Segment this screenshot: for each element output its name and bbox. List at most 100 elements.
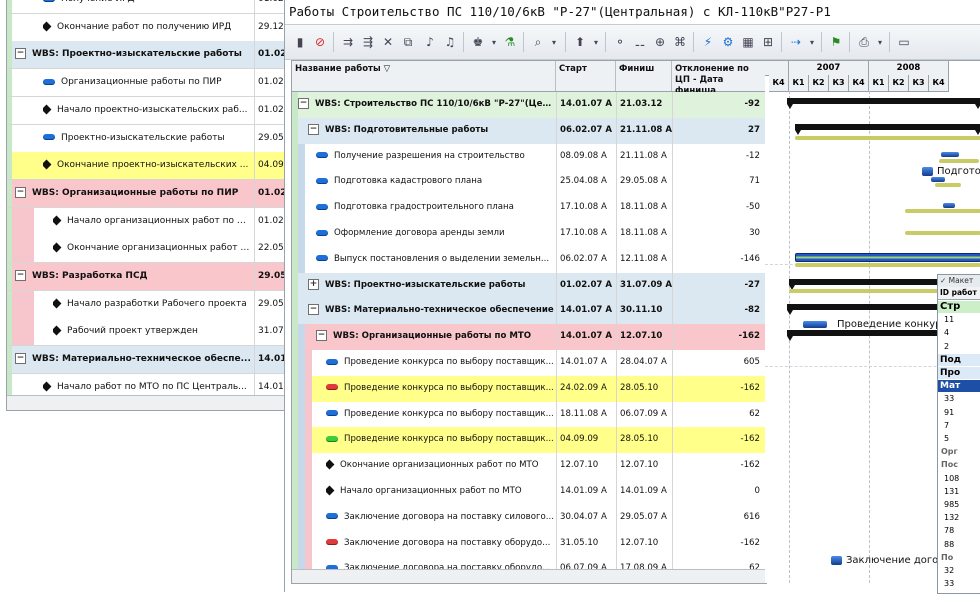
panel-column-header[interactable]: ID работ — [938, 287, 980, 300]
background-activity-row[interactable]: − WBS: Проектно-изыскательские работы 01.0… — [7, 41, 297, 70]
panel-row[interactable]: 11 — [938, 314, 980, 326]
table-row[interactable]: Окончание организационных работ по МТО 12… — [292, 453, 766, 481]
table-row[interactable]: Начало организационных работ по МТО 14.01… — [292, 479, 766, 506]
background-activity-row[interactable]: Организационные работы по ПИР 01.02 — [7, 69, 297, 98]
table-row[interactable]: Получение разрешения на строительство 08.… — [292, 143, 766, 171]
unlink-icon[interactable]: ♫ — [441, 33, 459, 51]
move-dropdown-icon[interactable]: ▾ — [587, 33, 605, 51]
panel-row[interactable]: Стр — [938, 301, 980, 313]
background-activity-row[interactable]: Получение ИРД01.02 — [7, 0, 297, 14]
background-activity-row[interactable]: Начало организационных работ по П... 01.0… — [7, 207, 297, 236]
save-icon[interactable]: ▮ — [291, 33, 309, 51]
panel-row[interactable]: 7 — [938, 420, 980, 432]
background-activity-row[interactable]: − WBS: Материально-техническое обеспе... 1… — [7, 346, 297, 375]
toolbar-separator — [821, 32, 822, 52]
table-row[interactable]: Заключение договора на поставку оборудо.… — [292, 530, 766, 558]
level-icon[interactable]: ⚙ — [719, 33, 737, 51]
collapse-toggle-icon[interactable]: − — [15, 186, 26, 198]
panel-row[interactable]: 33 — [938, 393, 980, 405]
bars-icon[interactable]: ⌘ — [671, 33, 689, 51]
column-header-finish[interactable]: Финиш — [616, 61, 672, 91]
table-row[interactable]: − WBS: Организационные работы по МТО 14.01… — [292, 324, 766, 352]
layout-icon[interactable]: ⊞ — [759, 33, 777, 51]
panel-row[interactable]: 132 — [938, 512, 980, 524]
delete-icon[interactable]: ✕ — [379, 33, 397, 51]
find-dropdown-icon[interactable]: ▾ — [545, 33, 563, 51]
window-icon[interactable]: ▭ — [895, 33, 913, 51]
panel-row[interactable]: Под — [938, 353, 980, 366]
expand-icon[interactable]: ⚬ — [611, 33, 629, 51]
panel-row[interactable]: 108 — [938, 473, 980, 485]
collapse-toggle-icon[interactable]: − — [15, 270, 26, 281]
panel-title[interactable]: ✓ Макет — [938, 275, 980, 287]
background-activity-row[interactable]: − WBS: Организационные работы по ПИР 01.02 — [7, 179, 297, 208]
schedule-icon[interactable]: ⚡ — [699, 33, 717, 51]
panel-row[interactable]: 91 — [938, 407, 980, 419]
table-row[interactable]: Оформление договора аренды земли 17.10.08… — [292, 221, 766, 248]
collapse-toggle-icon[interactable]: − — [15, 353, 26, 365]
column-header-start[interactable]: Старт — [556, 61, 616, 91]
panel-row[interactable]: 5 — [938, 433, 980, 445]
background-activity-row[interactable]: Окончание организационных работ п... 22.0… — [7, 235, 297, 264]
background-activity-row[interactable]: Проектно-изыскательские работы 29.05 — [7, 124, 297, 153]
activity-name: Подготовка градостроительного плана — [316, 195, 554, 222]
columns-icon[interactable]: ▦ — [739, 33, 757, 51]
collapse-toggle-icon[interactable]: − — [316, 330, 327, 342]
table-header: Название работы ▽ Старт Финиш Отклонение… — [292, 61, 766, 96]
table-row[interactable]: Подготовка градостроительного плана 17.10… — [292, 195, 766, 223]
background-activity-row[interactable]: Начало разработки Рабочего проекта 29.05 — [7, 290, 297, 319]
cancel-icon[interactable]: ⊘ — [311, 33, 329, 51]
table-row[interactable]: − WBS: Подготовительные работы 06.02.07 A2… — [292, 117, 766, 145]
panel-row[interactable]: По — [938, 552, 980, 564]
copy-icon[interactable]: ⧉ — [399, 33, 417, 51]
column-header-deviation[interactable]: Отклонение по ЦП - Дата финиша — [672, 61, 766, 96]
table-row[interactable]: + WBS: Проектно-изыскательские работы 01.0… — [292, 272, 766, 300]
collapse-icon[interactable]: ⚋ — [631, 33, 649, 51]
collapse-toggle-icon[interactable]: − — [308, 304, 319, 316]
panel-row[interactable]: Про — [938, 367, 980, 379]
panel-row[interactable]: Мат — [938, 380, 980, 393]
add-wbs-icon[interactable]: ⇶ — [359, 33, 377, 51]
table-row[interactable]: Заключение договора на поставку силового… — [292, 504, 766, 532]
add-activity-icon[interactable]: ⇉ — [339, 33, 357, 51]
sort-desc-icon[interactable]: ▽ — [384, 64, 391, 74]
panel-row[interactable]: 88 — [938, 539, 980, 551]
panel-row[interactable]: 33 — [938, 578, 980, 590]
collapse-toggle-icon[interactable]: − — [15, 48, 26, 60]
print-dropdown-icon[interactable]: ▾ — [871, 33, 889, 51]
panel-row[interactable]: 4 — [938, 327, 980, 339]
table-row[interactable]: − WBS: Строительство ПС 110/10/6кВ "Р-27"… — [292, 92, 766, 119]
link-icon[interactable]: ♪ — [421, 33, 439, 51]
table-row[interactable]: Подготовка кадастрового плана 25.04.08 A2… — [292, 169, 766, 197]
activity-name: Начало организационных работ по МТО — [326, 479, 554, 506]
collapse-toggle-icon[interactable]: − — [298, 98, 309, 109]
baseline-dropdown-icon[interactable]: ▾ — [803, 33, 821, 51]
panel-row[interactable]: 32 — [938, 565, 980, 577]
table-row[interactable]: Проведение конкурса по выбору поставщик.… — [292, 375, 766, 403]
table-row[interactable]: Проведение конкурса по выбору поставщик.… — [292, 427, 766, 455]
table-row[interactable]: Проведение конкурса по выбору поставщик.… — [292, 401, 766, 429]
panel-row[interactable]: Орг — [938, 446, 980, 458]
background-activity-row[interactable]: Окончание проектно-изыскательских ... 04.… — [7, 152, 297, 181]
zoom-icon[interactable]: ⊕ — [651, 33, 669, 51]
filter-icon[interactable]: ⚗ — [501, 33, 519, 51]
background-activity-row[interactable]: Начало проектно-изыскательских раб... 01.… — [7, 96, 297, 125]
table-row[interactable]: Выпуск постановления о выделении земельн… — [292, 246, 766, 274]
panel-row[interactable]: 131 — [938, 486, 980, 498]
table-row[interactable]: Проведение конкурса по выбору поставщик.… — [292, 350, 766, 377]
background-activity-row[interactable]: Рабочий проект утвержден 31.07 — [7, 318, 297, 347]
panel-row[interactable]: 2 — [938, 341, 980, 353]
column-header-name[interactable]: Название работы ▽ — [292, 61, 556, 91]
collapse-toggle-icon[interactable]: − — [308, 123, 319, 135]
panel-row[interactable]: 985 — [938, 499, 980, 511]
background-horizontal-scrollbar[interactable] — [7, 395, 297, 410]
panel-row[interactable]: Пос — [938, 459, 980, 471]
layout-panel[interactable]: ✓ Макет ID работ Стр 11 4 2 Под Про Мат 33 91 7 5 О… — [937, 274, 980, 594]
progress-icon[interactable]: ⚑ — [827, 33, 845, 51]
table-horizontal-scrollbar[interactable] — [292, 569, 766, 583]
background-activity-row[interactable]: Окончание работ по получению ИРД 29.12 — [7, 13, 297, 42]
background-activity-row[interactable]: − WBS: Разработка ПСД 29.05 — [7, 263, 297, 291]
panel-row[interactable]: 78 — [938, 525, 980, 537]
expand-toggle-icon[interactable]: + — [308, 278, 319, 290]
table-row[interactable]: − WBS: Материально-техническое обеспечени… — [292, 298, 766, 326]
